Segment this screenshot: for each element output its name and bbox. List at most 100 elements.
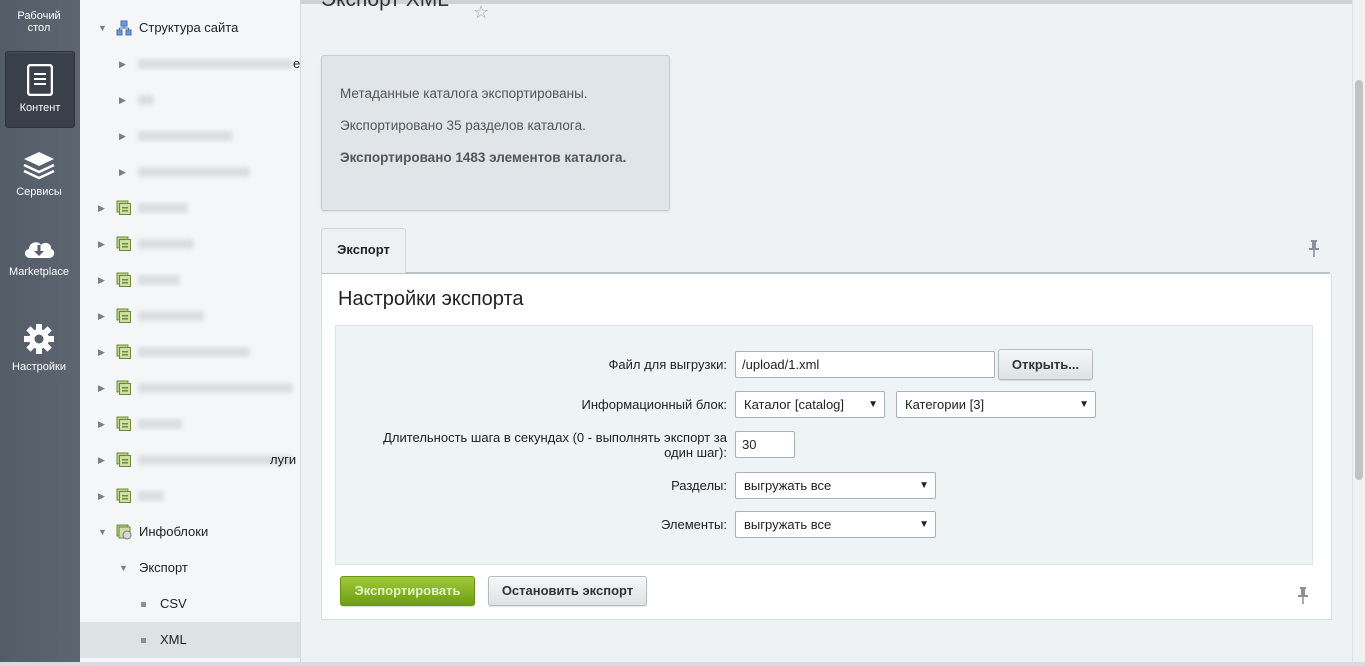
- chevron-right-icon[interactable]: ▶: [119, 82, 126, 118]
- tree-item[interactable]: ▶: [80, 118, 300, 154]
- infoblock-icon: [116, 452, 131, 467]
- tree-item[interactable]: ▶: [80, 154, 300, 190]
- infoblock-icon: [116, 344, 131, 359]
- blurred-label: [138, 347, 250, 357]
- iblock-type-select[interactable]: Каталог [catalog] ▼: [735, 391, 885, 418]
- menu-item-content-label: Контент: [19, 102, 61, 114]
- tab-export[interactable]: Экспорт: [321, 228, 406, 273]
- chevron-right-icon[interactable]: ▶: [98, 478, 105, 514]
- bottom-bar: [0, 662, 1365, 666]
- sections-select[interactable]: выгружать все ▼: [735, 472, 936, 499]
- caret-down-icon: ▼: [1079, 399, 1089, 410]
- blurred-label: [138, 131, 233, 141]
- menu-item-desktop-label: Рабочий стол: [17, 10, 61, 34]
- tree-item-infoblock[interactable]: ▶: [80, 190, 300, 226]
- tree-item-infoblock[interactable]: ▶: [80, 406, 300, 442]
- chevron-right-icon[interactable]: ▶: [119, 46, 126, 82]
- scrollbar-thumb[interactable]: [1355, 80, 1363, 480]
- chevron-right-icon[interactable]: ▶: [98, 442, 105, 478]
- sections-label: Разделы:: [671, 478, 727, 493]
- infoblock-icon: [116, 488, 131, 503]
- chevron-right-icon[interactable]: ▶: [119, 154, 126, 190]
- tree-item-label: е: [293, 56, 301, 71]
- export-button[interactable]: Экспортировать: [340, 576, 475, 606]
- caret-down-icon: ▼: [919, 480, 929, 491]
- infoblock-icon: [116, 200, 131, 215]
- tree-item-infoblock[interactable]: ▶: [80, 370, 300, 406]
- gear-icon: [24, 324, 54, 354]
- tab-bar: Экспорт: [321, 228, 1330, 274]
- menu-item-content[interactable]: Контент: [5, 51, 75, 128]
- pin-icon[interactable]: [1297, 587, 1309, 605]
- tree-item-label: Структура сайта: [139, 20, 239, 35]
- chevron-down-icon[interactable]: ▼: [119, 550, 128, 586]
- blurred-label: [138, 383, 293, 393]
- file-input[interactable]: /upload/1.xml: [735, 351, 995, 378]
- select-value: выгружать все: [744, 517, 832, 532]
- tree-item-infoblock[interactable]: ▶ луги: [80, 442, 300, 478]
- cloud-download-icon: [24, 242, 55, 258]
- tree-item-infoblock[interactable]: ▶: [80, 478, 300, 514]
- settings-fieldset: Файл для выгрузки: /upload/1.xml Открыть…: [335, 325, 1313, 565]
- iblock-select[interactable]: Категории [3] ▼: [896, 391, 1096, 418]
- stop-export-button[interactable]: Остановить экспорт: [488, 576, 647, 606]
- infoblock-icon: [116, 272, 131, 287]
- step-label: Длительность шага в секундах (0 - выполн…: [383, 430, 727, 460]
- tree-item-label: Экспорт: [139, 560, 188, 575]
- site-structure-icon: [116, 20, 132, 36]
- caret-down-icon: ▼: [919, 519, 929, 530]
- chevron-right-icon[interactable]: ▶: [98, 334, 105, 370]
- layers-icon: [23, 152, 55, 180]
- infoblock-settings-icon: [116, 524, 132, 540]
- tree-item-label: XML: [160, 632, 187, 647]
- chevron-right-icon[interactable]: ▶: [98, 226, 105, 262]
- bullet-icon: [141, 638, 146, 643]
- iblock-label: Информационный блок:: [581, 397, 727, 412]
- file-label: Файл для выгрузки:: [608, 357, 728, 372]
- chevron-right-icon[interactable]: ▶: [98, 370, 105, 406]
- chevron-right-icon[interactable]: ▶: [98, 406, 105, 442]
- tree-item-infoblock[interactable]: ▶: [80, 298, 300, 334]
- caret-down-icon: ▼: [868, 399, 878, 410]
- select-value: Каталог [catalog]: [744, 397, 845, 412]
- blurred-label: [138, 167, 250, 177]
- panel-title: Настройки экспорта: [338, 288, 524, 310]
- tree-item-infoblock[interactable]: ▶: [80, 262, 300, 298]
- bullet-icon: [141, 602, 146, 607]
- menu-item-settings[interactable]: Настройки: [5, 323, 73, 375]
- main-content: Экспорт XML ☆ Метаданные каталога экспор…: [301, 0, 1353, 666]
- message-box: Метаданные каталога экспортированы. Эксп…: [321, 55, 670, 211]
- select-value: выгружать все: [744, 478, 832, 493]
- tree-item-infoblocks[interactable]: ▼ Инфоблоки: [80, 514, 300, 550]
- tree-item-infoblock[interactable]: ▶: [80, 334, 300, 370]
- tree-item-infoblock[interactable]: ▶: [80, 226, 300, 262]
- elements-select[interactable]: выгружать все ▼: [735, 511, 936, 538]
- tree-item-csv[interactable]: CSV: [80, 586, 300, 622]
- tree-panel: ▼ Структура сайта ▶ е ▶ ▶ ▶ ▶ ▶ ▶ ▶ ▶ ▶ ▶ ▶ луги…: [80, 0, 301, 666]
- star-icon[interactable]: ☆: [473, 2, 489, 23]
- chevron-right-icon[interactable]: ▶: [119, 118, 126, 154]
- pin-icon[interactable]: [1308, 240, 1320, 258]
- infoblock-icon: [116, 308, 131, 323]
- vertical-scrollbar[interactable]: [1352, 0, 1365, 666]
- tree-item-export[interactable]: ▼ Экспорт: [80, 550, 300, 586]
- page-title: Экспорт XML: [321, 0, 449, 12]
- message-line: Метаданные каталога экспортированы.: [340, 86, 588, 101]
- tree-item[interactable]: ▶: [80, 82, 300, 118]
- menu-item-marketplace-label: Marketplace: [9, 266, 69, 278]
- tree-item-site-structure[interactable]: ▼ Структура сайта: [80, 10, 300, 46]
- tree-item-xml[interactable]: XML: [80, 622, 300, 658]
- chevron-down-icon[interactable]: ▼: [98, 514, 107, 550]
- chevron-down-icon[interactable]: ▼: [98, 10, 107, 46]
- menu-item-marketplace[interactable]: Marketplace: [5, 236, 73, 282]
- step-input[interactable]: 30: [735, 431, 795, 458]
- tree-item[interactable]: ▶ е: [80, 46, 300, 82]
- chevron-right-icon[interactable]: ▶: [98, 298, 105, 334]
- blurred-label: [138, 203, 188, 213]
- menu-item-desktop[interactable]: Рабочий стол: [5, 10, 73, 46]
- menu-item-services[interactable]: Сервисы: [5, 150, 73, 200]
- blurred-label: [138, 419, 182, 429]
- chevron-right-icon[interactable]: ▶: [98, 190, 105, 226]
- chevron-right-icon[interactable]: ▶: [98, 262, 105, 298]
- open-button[interactable]: Открыть...: [998, 349, 1093, 380]
